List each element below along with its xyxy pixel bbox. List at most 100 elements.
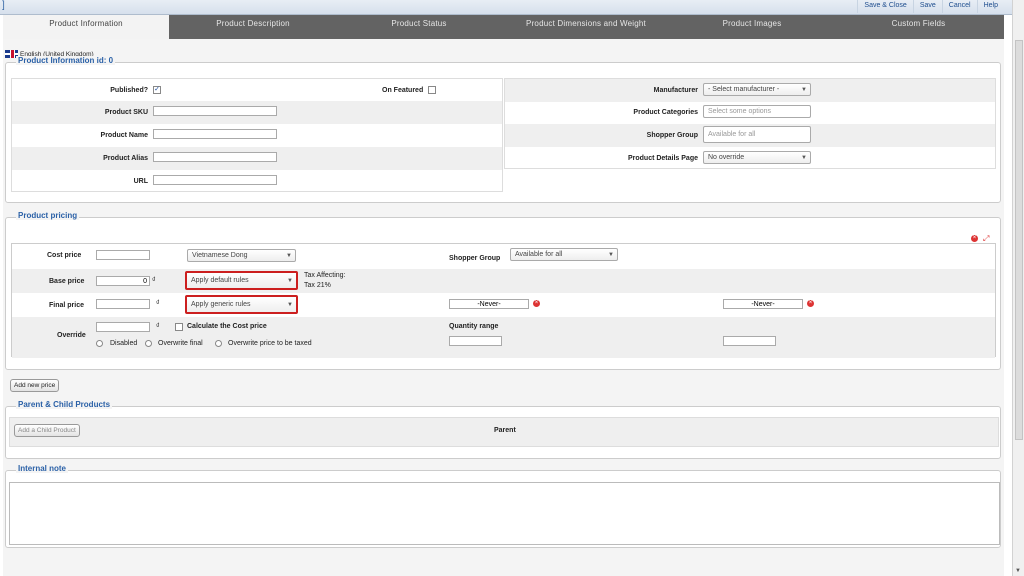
delete-price-icon[interactable]: × bbox=[971, 235, 978, 242]
tab-product-information[interactable]: Product Information bbox=[3, 15, 169, 39]
clear-date-from-icon[interactable]: × bbox=[533, 300, 540, 307]
tab-custom-fields[interactable]: Custom Fields bbox=[833, 15, 1004, 39]
tab-product-description[interactable]: Product Description bbox=[169, 15, 337, 39]
chevron-down-icon: ▼ bbox=[287, 302, 293, 308]
manufacturer-label: Manufacturer bbox=[653, 87, 698, 94]
price-table: Cost price Vietnamese Dong ▼ Shopper Grou… bbox=[11, 243, 996, 358]
name-row: Product Name bbox=[12, 124, 502, 147]
sku-input[interactable] bbox=[153, 106, 277, 116]
add-child-product-button[interactable]: Add a Child Product bbox=[14, 424, 80, 437]
cancel-button[interactable]: Cancel bbox=[941, 0, 977, 13]
base-price-row: Base price ₫ Apply default rules▼ Tax Af… bbox=[12, 269, 995, 293]
details-page-label: Product Details Page bbox=[627, 155, 698, 162]
manufacturer-select[interactable]: - Select manufacturer - ▼ bbox=[703, 83, 811, 96]
quantity-range-label: Quantity range bbox=[449, 323, 499, 330]
header-edge-icon: ] bbox=[2, 0, 5, 11]
override-row: ₫ Calculate the Cost price Override Disa… bbox=[12, 317, 995, 358]
save-close-button[interactable]: Save & Close bbox=[857, 0, 912, 13]
calculate-cost-checkbox[interactable] bbox=[175, 323, 183, 331]
price-shopper-group-label: Shopper Group bbox=[449, 255, 501, 262]
chevron-down-icon: ▼ bbox=[287, 278, 293, 284]
tab-product-dimensions[interactable]: Product Dimensions and Weight bbox=[501, 15, 671, 39]
chevron-down-icon: ▼ bbox=[608, 252, 614, 258]
price-date-from-input[interactable] bbox=[449, 299, 529, 309]
override-price-input[interactable] bbox=[96, 322, 150, 332]
currency-symbol: ₫ bbox=[152, 277, 156, 284]
internal-note-legend: Internal note bbox=[16, 464, 69, 473]
categories-multiselect[interactable]: Select some options bbox=[703, 105, 811, 118]
save-button[interactable]: Save bbox=[912, 0, 942, 13]
currency-select[interactable]: Vietnamese Dong ▼ bbox=[187, 249, 296, 262]
currency-symbol-final: ₫ bbox=[156, 300, 160, 307]
parent-child-table: Add a Child Product Parent bbox=[9, 417, 999, 447]
alias-row: Product Alias bbox=[12, 147, 502, 170]
override-disabled-label: Disabled bbox=[110, 340, 138, 347]
tab-product-status[interactable]: Product Status bbox=[337, 15, 501, 39]
overwrite-taxed-label: Overwrite price to be taxed bbox=[228, 340, 312, 347]
details-page-row: Product Details Page No override ▼ bbox=[505, 147, 995, 170]
shopper-group-label: Shopper Group bbox=[646, 132, 698, 139]
final-price-row: Final price ₫ Apply generic rules▼ × × bbox=[12, 293, 995, 317]
name-input[interactable] bbox=[153, 129, 277, 139]
clear-date-to-icon[interactable]: × bbox=[807, 300, 814, 307]
categories-row: Product Categories Select some options bbox=[505, 101, 995, 124]
vertical-scrollbar[interactable]: ▼ bbox=[1012, 0, 1024, 576]
sku-label: Product SKU bbox=[104, 109, 148, 116]
overwrite-taxed-radio[interactable] bbox=[215, 340, 222, 347]
product-info-fieldset: Product Information id: 0 Published? ✓ O… bbox=[5, 56, 1001, 203]
scrollbar-thumb[interactable] bbox=[1015, 40, 1023, 440]
url-input[interactable] bbox=[153, 175, 277, 185]
tax-affecting-label: Tax Affecting: bbox=[304, 272, 346, 279]
price-shopper-group-select[interactable]: Available for all ▼ bbox=[510, 248, 618, 261]
tab-product-images[interactable]: Product Images bbox=[671, 15, 833, 39]
details-page-select[interactable]: No override ▼ bbox=[703, 151, 811, 164]
override-label: Override bbox=[57, 332, 86, 339]
internal-note-fieldset: Internal note bbox=[5, 464, 1001, 548]
internal-note-textarea[interactable] bbox=[9, 482, 1000, 545]
add-new-price-button[interactable]: Add new price bbox=[10, 379, 60, 392]
final-price-label: Final price bbox=[49, 302, 85, 309]
categories-label: Product Categories bbox=[633, 109, 698, 116]
featured-label: On Featured bbox=[382, 87, 424, 94]
product-pricing-fieldset: Product pricing × ⤢ Cost price Vietnames… bbox=[5, 211, 1001, 370]
tax-rule-select[interactable]: Apply default rules ▼ bbox=[185, 271, 298, 290]
alias-label: Product Alias bbox=[103, 155, 148, 162]
cost-price-label: Cost price bbox=[47, 252, 82, 259]
product-pricing-legend: Product pricing bbox=[16, 211, 80, 220]
override-disabled-radio[interactable] bbox=[96, 340, 103, 347]
overwrite-final-radio[interactable] bbox=[145, 340, 152, 347]
parent-child-legend: Parent & Child Products bbox=[16, 400, 113, 409]
product-info-left-table: Published? ✓ On Featured Product SKU Pro… bbox=[11, 78, 503, 192]
url-label: URL bbox=[133, 178, 148, 185]
manufacturer-row: Manufacturer - Select manufacturer - ▼ bbox=[505, 79, 995, 102]
published-label: Published? bbox=[110, 87, 148, 94]
chevron-down-icon: ▼ bbox=[801, 87, 807, 93]
shopper-group-row: Shopper Group Available for all bbox=[505, 124, 995, 147]
alias-input[interactable] bbox=[153, 152, 277, 162]
shopper-group-multiselect[interactable]: Available for all bbox=[703, 126, 811, 143]
quantity-end-input[interactable] bbox=[723, 336, 776, 346]
discount-rule-select[interactable]: Apply generic rules ▼ bbox=[185, 295, 298, 314]
chevron-down-icon: ▼ bbox=[801, 155, 807, 161]
parent-label: Parent bbox=[494, 427, 516, 434]
scroll-down-icon[interactable]: ▼ bbox=[1015, 568, 1021, 574]
final-price-input[interactable] bbox=[96, 299, 150, 309]
featured-checkbox[interactable] bbox=[428, 86, 436, 94]
url-row: URL bbox=[12, 170, 502, 193]
base-price-input[interactable] bbox=[96, 276, 150, 286]
base-price-label: Base price bbox=[49, 278, 85, 285]
admin-header-bar: ] Save & Close Save Cancel Help bbox=[0, 0, 1024, 15]
currency-symbol-override: ₫ bbox=[156, 323, 160, 330]
product-tabs: Product Information Product Description … bbox=[3, 15, 1004, 39]
cost-price-input[interactable] bbox=[96, 250, 150, 260]
published-checkbox[interactable]: ✓ bbox=[153, 86, 161, 94]
overwrite-final-label: Overwrite final bbox=[158, 340, 203, 347]
parent-child-fieldset: Parent & Child Products Add a Child Prod… bbox=[5, 400, 1001, 459]
price-date-to-input[interactable] bbox=[723, 299, 803, 309]
name-label: Product Name bbox=[100, 132, 148, 139]
product-info-legend: Product Information id: 0 bbox=[16, 56, 116, 65]
toolbar: Save & Close Save Cancel Help bbox=[857, 0, 1004, 13]
quantity-start-input[interactable] bbox=[449, 336, 502, 346]
help-button[interactable]: Help bbox=[976, 0, 1004, 13]
tax-rate-label: Tax 21% bbox=[304, 282, 331, 289]
